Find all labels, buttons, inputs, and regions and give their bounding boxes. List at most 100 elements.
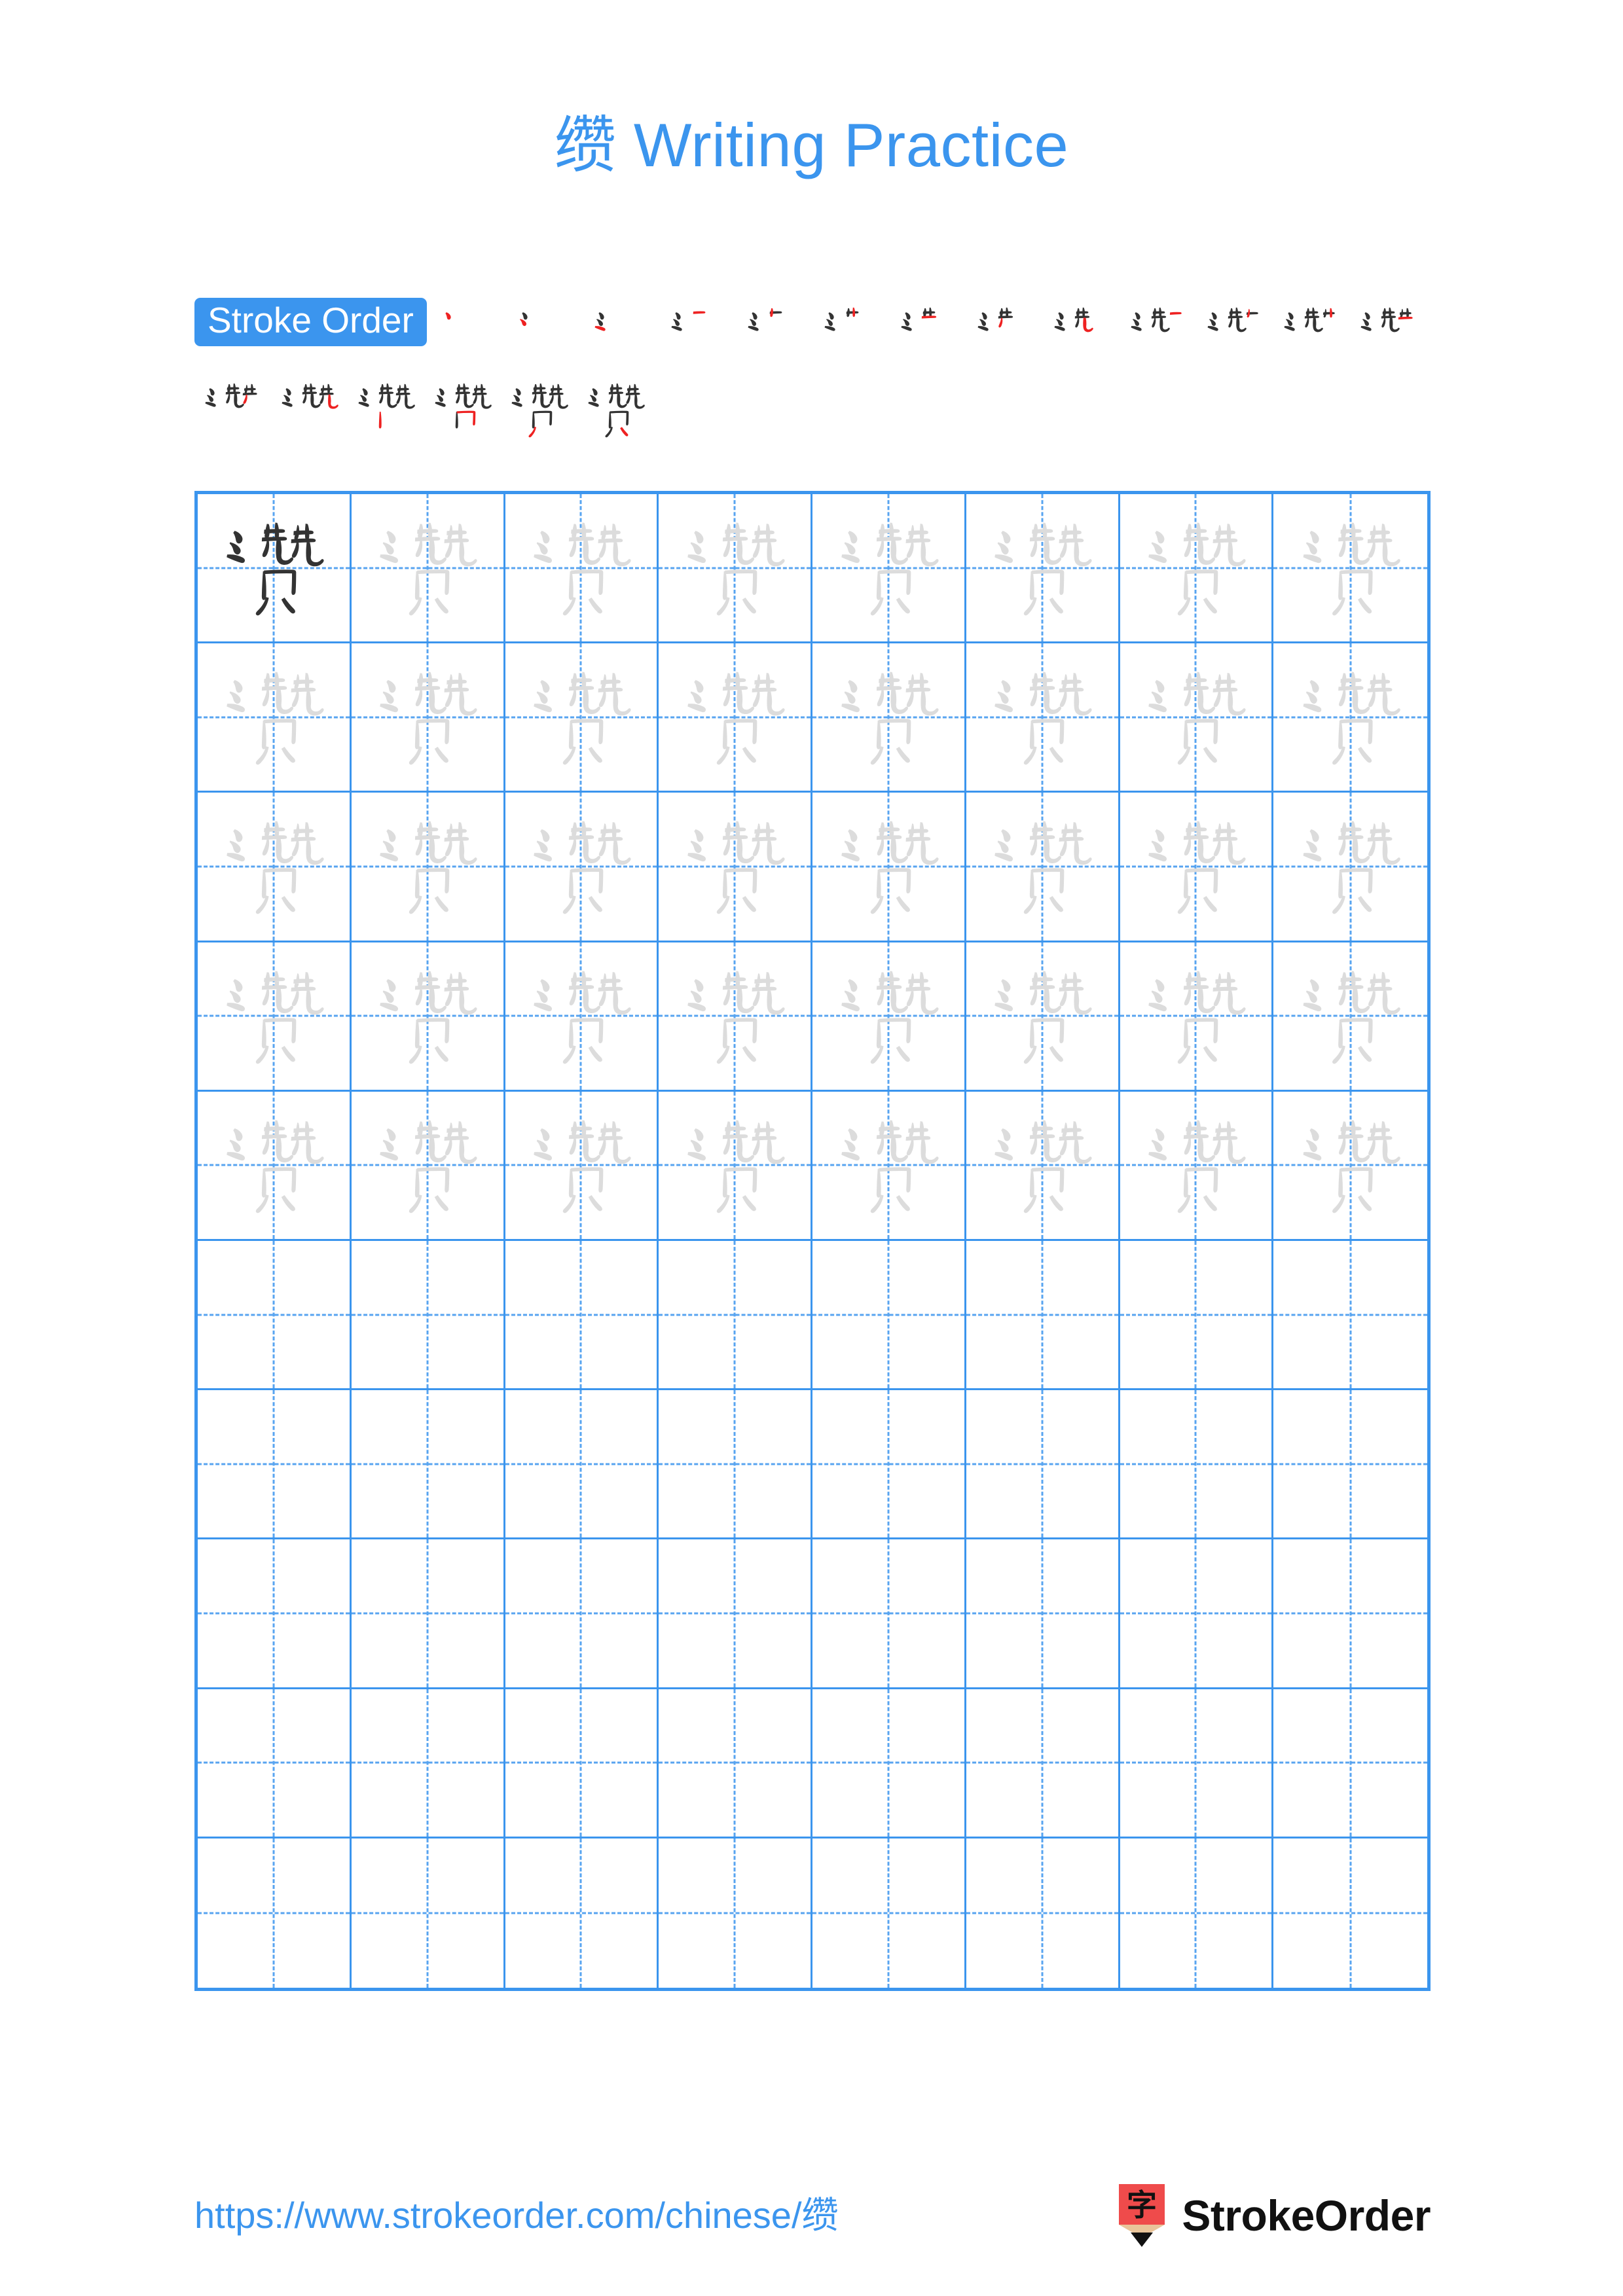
trace-character [1120, 494, 1272, 641]
practice-cell-r5c8[interactable] [1273, 1092, 1427, 1241]
practice-cell-r2c7[interactable] [1120, 643, 1274, 793]
practice-cell-r1c7[interactable] [1120, 494, 1274, 644]
practice-cell-r8c2[interactable] [351, 1539, 505, 1689]
practice-cell-r3c7[interactable] [1120, 793, 1274, 942]
practice-cell-r7c4[interactable] [659, 1390, 812, 1540]
svg-text:字: 字 [1127, 2187, 1157, 2223]
practice-cell-r7c5[interactable] [812, 1390, 966, 1540]
practice-cell-r8c8[interactable] [1273, 1539, 1427, 1689]
practice-cell-r8c6[interactable] [966, 1539, 1120, 1689]
practice-cell-r10c7[interactable] [1120, 1838, 1274, 1988]
practice-cell-r2c5[interactable] [812, 643, 966, 793]
practice-cell-r4c1[interactable] [198, 942, 352, 1092]
practice-cell-r6c3[interactable] [505, 1240, 659, 1391]
practice-cell-r3c4[interactable] [659, 793, 812, 942]
practice-cell-r1c1[interactable] [198, 494, 352, 644]
practice-cell-r3c2[interactable] [351, 793, 505, 942]
trace-character [659, 643, 811, 791]
practice-cell-r9c7[interactable] [1120, 1689, 1274, 1839]
stroke-step-13 [1350, 298, 1427, 370]
practice-cell-r4c8[interactable] [1273, 942, 1427, 1092]
practice-cell-r1c2[interactable] [351, 494, 505, 644]
practice-cell-r7c2[interactable] [351, 1390, 505, 1540]
practice-cell-r3c1[interactable] [198, 793, 352, 942]
practice-cell-r2c2[interactable] [351, 643, 505, 793]
practice-cell-r1c4[interactable] [659, 494, 812, 644]
practice-cell-r10c6[interactable] [966, 1838, 1120, 1988]
practice-cell-r10c4[interactable] [659, 1838, 812, 1988]
practice-cell-r8c7[interactable] [1120, 1539, 1274, 1689]
practice-cell-r9c2[interactable] [351, 1689, 505, 1839]
practice-cell-r9c6[interactable] [966, 1689, 1120, 1839]
pencil-icon: 字 [1116, 2184, 1167, 2247]
practice-cell-r3c6[interactable] [966, 793, 1120, 942]
practice-cell-r4c5[interactable] [812, 942, 966, 1092]
practice-cell-r2c1[interactable] [198, 643, 352, 793]
practice-cell-r3c3[interactable] [505, 793, 659, 942]
practice-cell-r2c8[interactable] [1273, 643, 1427, 793]
practice-cell-r6c6[interactable] [966, 1240, 1120, 1391]
practice-cell-r6c7[interactable] [1120, 1240, 1274, 1391]
practice-cell-r3c8[interactable] [1273, 793, 1427, 942]
practice-cell-r10c8[interactable] [1273, 1839, 1427, 1988]
trace-character [198, 1092, 350, 1239]
practice-cell-r5c2[interactable] [351, 1091, 505, 1241]
practice-cell-r3c5[interactable] [812, 793, 966, 942]
practice-cell-r9c5[interactable] [812, 1689, 966, 1839]
stroke-order-badge: Stroke Order [194, 298, 427, 346]
practice-cell-r7c8[interactable] [1273, 1390, 1427, 1540]
practice-cell-r5c6[interactable] [966, 1091, 1120, 1241]
stroke-step-7 [890, 298, 967, 370]
source-url-link[interactable]: https://www.strokeorder.com/chinese/缵 [194, 2197, 839, 2234]
trace-character [659, 1092, 811, 1239]
stroke-step-11 [1197, 298, 1273, 370]
trace-character [352, 1092, 503, 1239]
practice-cell-r4c2[interactable] [351, 942, 505, 1092]
trace-character [1273, 942, 1427, 1090]
practice-cell-r9c3[interactable] [505, 1689, 659, 1839]
practice-cell-r9c1[interactable] [198, 1689, 352, 1839]
trace-character [966, 1092, 1118, 1239]
trace-character [352, 494, 503, 641]
practice-cell-r4c3[interactable] [505, 942, 659, 1092]
practice-cell-r8c5[interactable] [812, 1539, 966, 1689]
practice-cell-r1c3[interactable] [505, 494, 659, 644]
practice-cell-r4c7[interactable] [1120, 942, 1274, 1092]
practice-cell-r2c3[interactable] [505, 643, 659, 793]
practice-cell-r5c4[interactable] [659, 1091, 812, 1241]
practice-cell-r6c2[interactable] [351, 1240, 505, 1391]
practice-cell-r7c3[interactable] [505, 1390, 659, 1540]
practice-cell-r10c3[interactable] [505, 1838, 659, 1988]
practice-cell-r5c3[interactable] [505, 1091, 659, 1241]
practice-cell-r5c1[interactable] [198, 1091, 352, 1241]
practice-cell-r6c8[interactable] [1273, 1241, 1427, 1391]
practice-cell-r7c6[interactable] [966, 1390, 1120, 1540]
practice-cell-r4c4[interactable] [659, 942, 812, 1092]
practice-cell-r10c2[interactable] [352, 1838, 505, 1988]
stroke-step-8 [967, 298, 1044, 370]
practice-cell-r10c5[interactable] [812, 1838, 966, 1988]
practice-cell-r4c6[interactable] [966, 942, 1120, 1092]
practice-cell-r10c1[interactable] [198, 1838, 352, 1988]
practice-cell-r2c4[interactable] [659, 643, 812, 793]
trace-character [1120, 643, 1272, 791]
worksheet-page: 缵 Writing Practice Stroke Order https://… [0, 0, 1623, 2296]
trace-character [812, 942, 964, 1090]
practice-cell-r5c7[interactable] [1120, 1091, 1274, 1241]
practice-cell-r7c7[interactable] [1120, 1390, 1274, 1540]
practice-cell-r6c4[interactable] [659, 1240, 812, 1391]
practice-cell-r1c8[interactable] [1273, 494, 1427, 644]
practice-cell-r1c5[interactable] [812, 494, 966, 644]
practice-cell-r2c6[interactable] [966, 643, 1120, 793]
practice-cell-r9c4[interactable] [659, 1689, 812, 1839]
practice-cell-r6c1[interactable] [198, 1240, 352, 1391]
trace-character [812, 1092, 964, 1239]
practice-cell-r8c1[interactable] [198, 1539, 352, 1689]
practice-cell-r5c5[interactable] [812, 1091, 966, 1241]
practice-cell-r7c1[interactable] [198, 1390, 352, 1540]
practice-cell-r8c4[interactable] [659, 1539, 812, 1689]
practice-cell-r9c8[interactable] [1273, 1689, 1427, 1839]
practice-cell-r1c6[interactable] [966, 494, 1120, 644]
practice-cell-r8c3[interactable] [505, 1539, 659, 1689]
practice-cell-r6c5[interactable] [812, 1240, 966, 1391]
